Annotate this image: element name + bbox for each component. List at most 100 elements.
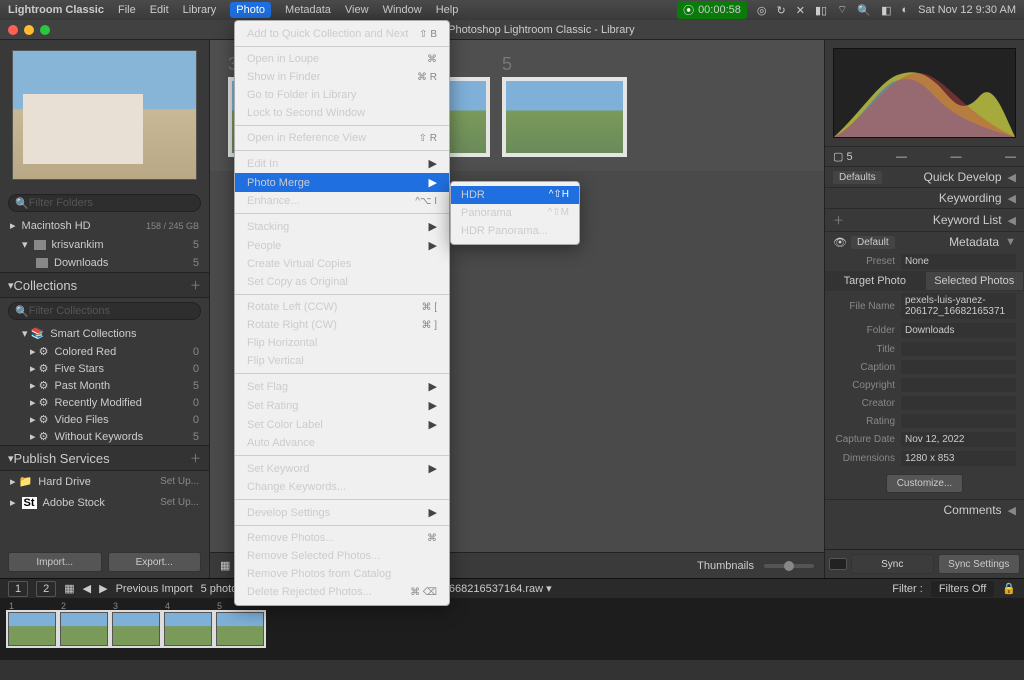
publish-adobe-stock[interactable]: ▸ St Adobe StockSet Up...	[0, 492, 209, 513]
menu-window[interactable]: Window	[383, 4, 422, 16]
volume-row[interactable]: ▸ Macintosh HD158 / 245 GB	[0, 216, 209, 235]
import-button[interactable]: Import...	[8, 552, 102, 572]
folder-krisvankim[interactable]: ▾ krisvankim5	[0, 235, 209, 254]
add-collection-icon[interactable]: ＋	[190, 277, 201, 293]
sc-colored-red[interactable]: ▸ ⚙ Colored Red0	[0, 343, 209, 360]
filter-lock-icon[interactable]: 🔒	[1002, 582, 1016, 595]
menu-view[interactable]: View	[345, 4, 369, 16]
customize-button[interactable]: Customize...	[886, 474, 964, 493]
submenu-hdr-panorama-[interactable]: HDR Panorama...	[451, 222, 579, 240]
filter-dropdown[interactable]: Filters Off	[931, 581, 994, 597]
menu-item-edit-in[interactable]: Edit In▶	[235, 154, 449, 173]
menu-item-remove-photos-[interactable]: Remove Photos...⌘	[235, 529, 449, 547]
sc-without-keywords[interactable]: ▸ ⚙ Without Keywords5	[0, 428, 209, 445]
keywording-panel[interactable]: Keywording◀	[825, 187, 1024, 208]
minimize-window[interactable]	[24, 25, 34, 35]
submenu-panorama[interactable]: Panorama^⇧M	[451, 204, 579, 222]
close-window[interactable]	[8, 25, 18, 35]
metadata-panel-header[interactable]: 👁 DefaultMetadata▼	[825, 231, 1024, 252]
sc-recently-modified[interactable]: ▸ ⚙ Recently Modified0	[0, 394, 209, 411]
grid-view-icon[interactable]: ▦	[220, 559, 230, 572]
menu-item-set-keyword[interactable]: Set Keyword▶	[235, 459, 449, 478]
menu-item-go-to-folder-in-library[interactable]: Go to Folder in Library	[235, 86, 449, 104]
sync-settings-button[interactable]: Sync Settings	[938, 554, 1021, 574]
menu-item-set-color-label[interactable]: Set Color Label▶	[235, 415, 449, 434]
menu-edit[interactable]: Edit	[150, 4, 169, 16]
sc-video-files[interactable]: ▸ ⚙ Video Files0	[0, 411, 209, 428]
menu-item-remove-photos-from-catalog[interactable]: Remove Photos from Catalog	[235, 565, 449, 583]
menu-item-add-to-quick-collection-and-next[interactable]: Add to Quick Collection and Next⇧ B	[235, 25, 449, 43]
menu-item-people[interactable]: People▶	[235, 236, 449, 255]
menu-item-rotate-left-ccw-[interactable]: Rotate Left (CCW)⌘ [	[235, 298, 449, 316]
publish-hard-drive[interactable]: ▸ 📁 Hard DriveSet Up...	[0, 471, 209, 492]
menu-item-lock-to-second-window[interactable]: Lock to Second Window	[235, 104, 449, 122]
menu-metadata[interactable]: Metadata	[285, 4, 331, 16]
sc-five-stars[interactable]: ▸ ⚙ Five Stars0	[0, 360, 209, 377]
add-publish-icon[interactable]: ＋	[190, 450, 201, 466]
histogram[interactable]	[833, 48, 1016, 138]
cc-icon[interactable]: ◎	[757, 4, 767, 17]
control-center-icon[interactable]: ◧	[881, 4, 891, 17]
source-label[interactable]: Previous Import	[116, 583, 193, 595]
search-icon[interactable]: 🔍	[857, 4, 871, 17]
thumb-5[interactable]: 5	[502, 54, 627, 157]
fs-thumb-3[interactable]: 3	[112, 612, 160, 646]
menu-item-set-flag[interactable]: Set Flag▶	[235, 377, 449, 396]
tab-selected-photos[interactable]: Selected Photos	[925, 271, 1024, 291]
fs-thumb-5[interactable]: 5	[216, 612, 264, 646]
quick-develop-panel[interactable]: DefaultsQuick Develop◀	[825, 166, 1024, 187]
navigator-preview[interactable]	[12, 50, 197, 180]
menu-item-open-in-reference-view[interactable]: Open in Reference View⇧ R	[235, 129, 449, 147]
nav-back-icon[interactable]: ◀	[83, 582, 91, 595]
monitor-2[interactable]: 2	[36, 581, 56, 597]
menu-item-flip-vertical[interactable]: Flip Vertical	[235, 352, 449, 370]
bluetooth-icon[interactable]: ✕	[796, 4, 805, 17]
submenu-hdr[interactable]: HDR^⇧H	[451, 186, 579, 204]
clock[interactable]: Sat Nov 12 9:30 AM	[918, 4, 1016, 16]
menu-item-remove-selected-photos-[interactable]: Remove Selected Photos...	[235, 547, 449, 565]
menu-item-delete-rejected-photos-[interactable]: Delete Rejected Photos...⌘ ⌫	[235, 583, 449, 601]
thumbnail-size-slider[interactable]	[764, 564, 814, 568]
menu-help[interactable]: Help	[436, 4, 459, 16]
menu-file[interactable]: File	[118, 4, 136, 16]
smart-collections-header[interactable]: ▾ 📚 Smart Collections	[0, 324, 209, 343]
sync-toggle[interactable]	[829, 558, 847, 570]
menu-item-change-keywords-[interactable]: Change Keywords...	[235, 478, 449, 496]
menu-item-create-virtual-copies[interactable]: Create Virtual Copies	[235, 255, 449, 273]
fs-thumb-4[interactable]: 4	[164, 612, 212, 646]
menu-photo[interactable]: Photo	[230, 2, 271, 18]
menu-item-develop-settings[interactable]: Develop Settings▶	[235, 503, 449, 522]
eye-icon[interactable]: 👁	[833, 236, 847, 249]
sync-button[interactable]: Sync	[851, 554, 934, 574]
recording-timer[interactable]: ⦿ 00:00:58	[677, 1, 747, 19]
sc-past-month[interactable]: ▸ ⚙ Past Month5	[0, 377, 209, 394]
menu-item-open-in-loupe[interactable]: Open in Loupe⌘	[235, 50, 449, 68]
menu-library[interactable]: Library	[183, 4, 217, 16]
siri-icon[interactable]: ◐	[902, 4, 909, 16]
preset-dropdown[interactable]: None	[901, 254, 1016, 269]
menu-item-enhance-[interactable]: Enhance...^⌥ I	[235, 192, 449, 210]
updates-icon[interactable]: ↻	[777, 4, 786, 17]
fs-thumb-1[interactable]: 1	[8, 612, 56, 646]
menu-item-rotate-right-cw-[interactable]: Rotate Right (CW)⌘ ]	[235, 316, 449, 334]
menu-item-auto-advance[interactable]: Auto Advance	[235, 434, 449, 452]
publish-header[interactable]: ▾ Publish Services＋	[0, 445, 209, 471]
battery-icon[interactable]: ▮▯	[815, 4, 827, 17]
export-button[interactable]: Export...	[108, 552, 202, 572]
monitor-1[interactable]: 1	[8, 581, 28, 597]
collection-filter-input[interactable]: 🔍 Filter Collections	[8, 302, 201, 320]
collections-header[interactable]: ▾ Collections＋	[0, 272, 209, 298]
folder-downloads[interactable]: Downloads5	[0, 254, 209, 272]
fs-thumb-2[interactable]: 2	[60, 612, 108, 646]
menu-item-stacking[interactable]: Stacking▶	[235, 217, 449, 236]
tab-target-photo[interactable]: Target Photo	[825, 271, 925, 291]
menu-item-photo-merge[interactable]: Photo Merge▶	[235, 173, 449, 192]
folder-filter-input[interactable]: 🔍 Filter Folders	[8, 194, 201, 212]
menu-item-flip-horizontal[interactable]: Flip Horizontal	[235, 334, 449, 352]
keyword-list-panel[interactable]: ＋Keyword List◀	[825, 208, 1024, 231]
comments-panel[interactable]: Comments◀	[825, 499, 1024, 520]
wifi-icon[interactable]: ⌔	[837, 3, 847, 17]
nav-fwd-icon[interactable]: ▶	[99, 582, 107, 595]
grid-icon[interactable]: ▦	[64, 582, 74, 595]
menu-item-set-rating[interactable]: Set Rating▶	[235, 396, 449, 415]
